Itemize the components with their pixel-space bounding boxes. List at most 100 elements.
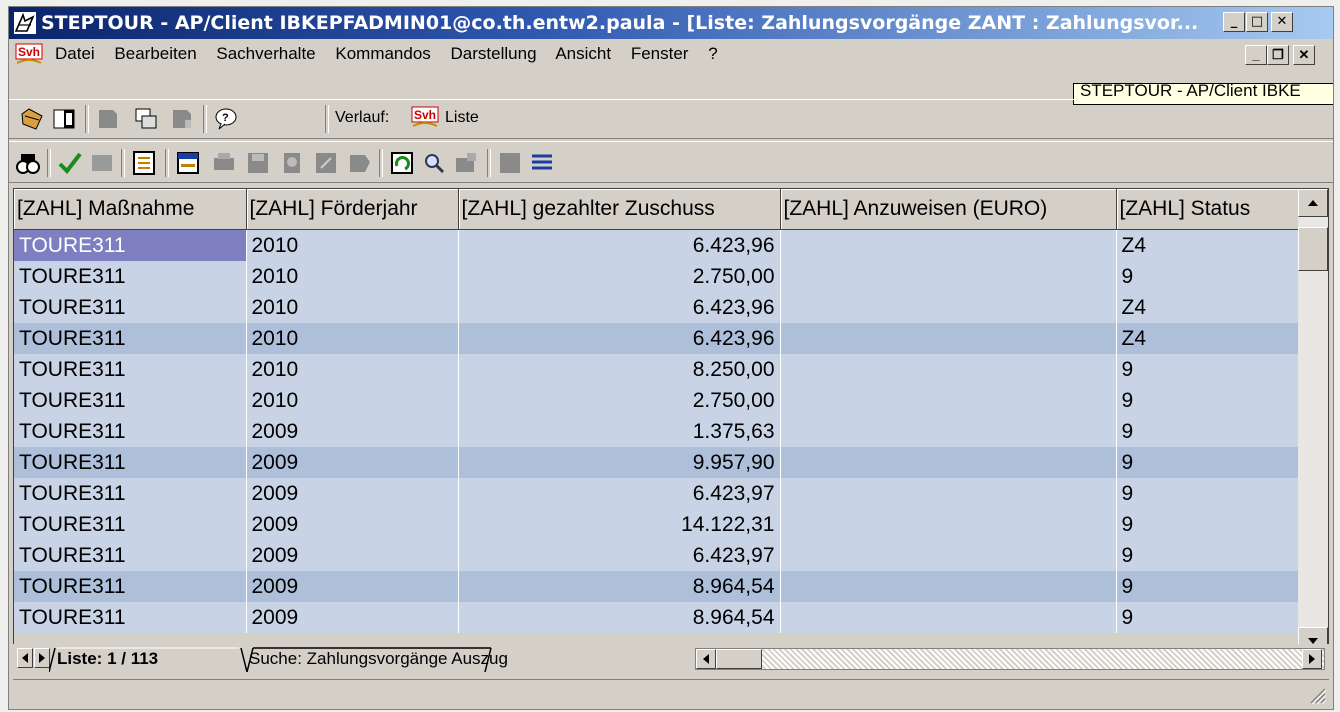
cell-status[interactable]: Z4 <box>1116 323 1299 354</box>
cell-gezahlter-zuschuss[interactable]: 8.964,54 <box>458 602 781 633</box>
help-bubble-icon[interactable]: ? <box>213 106 239 132</box>
cell-status[interactable]: Z4 <box>1116 292 1299 323</box>
cell-foerderjahr[interactable]: 2010 <box>246 354 459 385</box>
close-button[interactable]: ✕ <box>1271 12 1293 32</box>
cell-massnahme[interactable]: TOURE311 <box>14 540 247 571</box>
cell-gezahlter-zuschuss[interactable]: 6.423,96 <box>458 229 781 261</box>
cell-anzuweisen[interactable] <box>780 354 1117 385</box>
cell-gezahlter-zuschuss[interactable]: 9.957,90 <box>458 447 781 478</box>
cell-anzuweisen[interactable] <box>780 478 1117 509</box>
copy-windows-icon[interactable] <box>133 106 159 132</box>
menu-sachverhalte[interactable]: Sachverhalte <box>216 44 315 63</box>
cell-gezahlter-zuschuss[interactable]: 6.423,97 <box>458 540 781 571</box>
cell-massnahme[interactable]: TOURE311 <box>14 229 247 261</box>
menu-fenster[interactable]: Fenster <box>631 44 689 63</box>
table-row[interactable]: TOURE311 2010 2.750,00 9 <box>14 385 1299 416</box>
cell-gezahlter-zuschuss[interactable]: 1.375,63 <box>458 416 781 447</box>
table-row[interactable]: TOURE311 2009 9.957,90 9 <box>14 447 1299 478</box>
menu-datei[interactable]: Datei <box>55 44 95 63</box>
cell-massnahme[interactable]: TOURE311 <box>14 447 247 478</box>
cell-status[interactable]: 9 <box>1116 478 1299 509</box>
block-icon[interactable] <box>497 150 523 176</box>
table-row[interactable]: TOURE311 2009 6.423,97 9 <box>14 478 1299 509</box>
cell-foerderjahr[interactable]: 2009 <box>246 602 459 633</box>
grid-icon[interactable] <box>313 150 339 176</box>
cell-gezahlter-zuschuss[interactable]: 2.750,00 <box>458 385 781 416</box>
cell-anzuweisen[interactable] <box>780 602 1117 633</box>
cell-status[interactable]: 9 <box>1116 354 1299 385</box>
cell-status[interactable]: Z4 <box>1116 229 1299 261</box>
menu-kommandos[interactable]: Kommandos <box>335 44 430 63</box>
table-row[interactable]: TOURE311 2010 6.423,96 Z4 <box>14 323 1299 354</box>
cell-foerderjahr[interactable]: 2010 <box>246 292 459 323</box>
book-gray-icon[interactable] <box>169 106 195 132</box>
disk-icon[interactable] <box>245 150 271 176</box>
cell-gezahlter-zuschuss[interactable]: 14.122,31 <box>458 509 781 540</box>
cell-anzuweisen[interactable] <box>780 416 1117 447</box>
magnifier-icon[interactable] <box>421 150 447 176</box>
cell-gezahlter-zuschuss[interactable]: 6.423,97 <box>458 478 781 509</box>
cell-status[interactable]: 9 <box>1116 261 1299 292</box>
export-icon[interactable] <box>347 150 373 176</box>
cell-anzuweisen[interactable] <box>780 261 1117 292</box>
resize-grip-icon[interactable] <box>1305 683 1327 705</box>
vertical-scrollbar[interactable] <box>1298 189 1328 657</box>
hscroll-right-button[interactable] <box>1302 649 1322 669</box>
tab-suche-zahlungsvorgaenge[interactable]: Suche: Zahlungsvorgänge Auszug <box>249 647 508 671</box>
cell-massnahme[interactable]: TOURE311 <box>14 292 247 323</box>
refresh-icon[interactable] <box>389 150 415 176</box>
layout-icon[interactable] <box>175 150 201 176</box>
cell-anzuweisen[interactable] <box>780 385 1117 416</box>
cell-gezahlter-zuschuss[interactable]: 6.423,96 <box>458 323 781 354</box>
cell-anzuweisen[interactable] <box>780 571 1117 602</box>
cell-foerderjahr[interactable]: 2009 <box>246 540 459 571</box>
cell-anzuweisen[interactable] <box>780 447 1117 478</box>
cell-massnahme[interactable]: TOURE311 <box>14 509 247 540</box>
table-row[interactable]: TOURE311 2009 14.122,31 9 <box>14 509 1299 540</box>
menu-ansicht[interactable]: Ansicht <box>555 44 611 63</box>
cell-foerderjahr[interactable]: 2009 <box>246 509 459 540</box>
tab-scroll-right-button[interactable] <box>34 648 50 668</box>
column-header-anzuweisen[interactable]: [ZAHL] Anzuweisen (EURO) <box>780 189 1117 230</box>
column-header-massnahme[interactable]: [ZAHL] Maßnahme <box>14 189 247 230</box>
cell-gezahlter-zuschuss[interactable]: 2.750,00 <box>458 261 781 292</box>
column-header-gezahlter-zuschuss[interactable]: [ZAHL] gezahlter Zuschuss <box>458 189 781 230</box>
table-row[interactable]: TOURE311 2010 6.423,96 Z4 <box>14 229 1299 261</box>
checkmark-icon[interactable] <box>57 150 83 176</box>
horizontal-scroll-thumb[interactable] <box>716 649 762 669</box>
cell-foerderjahr[interactable]: 2009 <box>246 571 459 602</box>
scroll-up-button[interactable] <box>1298 189 1328 217</box>
maximize-button[interactable]: □ <box>1246 12 1268 32</box>
column-header-status[interactable]: [ZAHL] Status <box>1116 189 1299 230</box>
cell-massnahme[interactable]: TOURE311 <box>14 354 247 385</box>
table-row[interactable]: TOURE311 2009 8.964,54 9 <box>14 571 1299 602</box>
cell-anzuweisen[interactable] <box>780 229 1117 261</box>
cell-massnahme[interactable]: TOURE311 <box>14 385 247 416</box>
minimize-button[interactable]: _ <box>1223 12 1245 32</box>
cell-anzuweisen[interactable] <box>780 509 1117 540</box>
cell-gezahlter-zuschuss[interactable]: 8.964,54 <box>458 571 781 602</box>
table-row[interactable]: TOURE311 2010 6.423,96 Z4 <box>14 292 1299 323</box>
cell-status[interactable]: 9 <box>1116 571 1299 602</box>
cell-gezahlter-zuschuss[interactable]: 8.250,00 <box>458 354 781 385</box>
hscroll-left-button[interactable] <box>696 649 716 669</box>
mdi-close-button[interactable]: ✕ <box>1293 45 1315 65</box>
book-icon[interactable] <box>95 106 121 132</box>
cell-anzuweisen[interactable] <box>780 323 1117 354</box>
cell-massnahme[interactable]: TOURE311 <box>14 261 247 292</box>
cell-status[interactable]: 9 <box>1116 416 1299 447</box>
cell-status[interactable]: 9 <box>1116 447 1299 478</box>
cell-foerderjahr[interactable]: 2009 <box>246 478 459 509</box>
menu-darstellung[interactable]: Darstellung <box>451 44 537 63</box>
cell-massnahme[interactable]: TOURE311 <box>14 323 247 354</box>
table-row[interactable]: TOURE311 2010 2.750,00 9 <box>14 261 1299 292</box>
vertical-scroll-thumb[interactable] <box>1298 227 1328 271</box>
cell-status[interactable]: 9 <box>1116 602 1299 633</box>
list-lines-icon[interactable] <box>529 150 555 176</box>
form-list-icon[interactable] <box>131 150 157 176</box>
cell-massnahme[interactable]: TOURE311 <box>14 478 247 509</box>
cell-foerderjahr[interactable]: 2010 <box>246 229 459 261</box>
table-row[interactable]: TOURE311 2009 8.964,54 9 <box>14 602 1299 633</box>
split-window-icon[interactable] <box>51 106 77 132</box>
cell-foerderjahr[interactable]: 2009 <box>246 416 459 447</box>
